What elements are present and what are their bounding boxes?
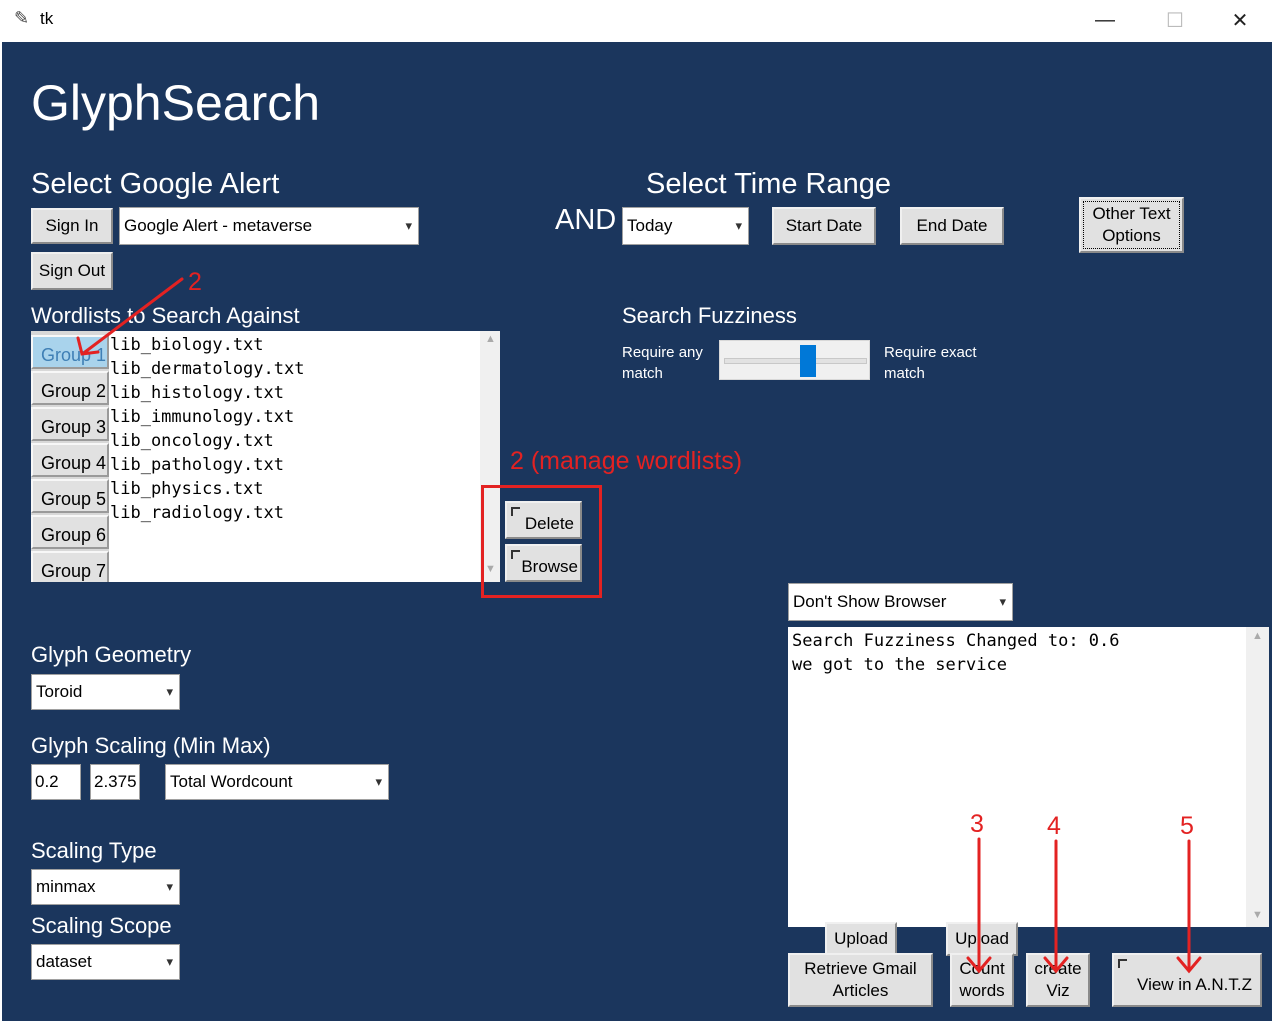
feather-icon: ✎ bbox=[14, 8, 30, 28]
window-title: tk bbox=[40, 9, 54, 28]
app-main-panel: GlyphSearch Select Google Alert Sign In … bbox=[2, 42, 1272, 1021]
minimize-button[interactable]: — bbox=[1070, 0, 1140, 40]
annotation-arrows bbox=[76, 277, 1202, 974]
maximize-button[interactable]: ☐ bbox=[1140, 0, 1210, 40]
window-titlebar: ✎ tk — ☐ ✕ bbox=[0, 0, 1273, 40]
close-button[interactable]: ✕ bbox=[1205, 0, 1273, 40]
annotation-arrow-2 bbox=[83, 277, 184, 354]
